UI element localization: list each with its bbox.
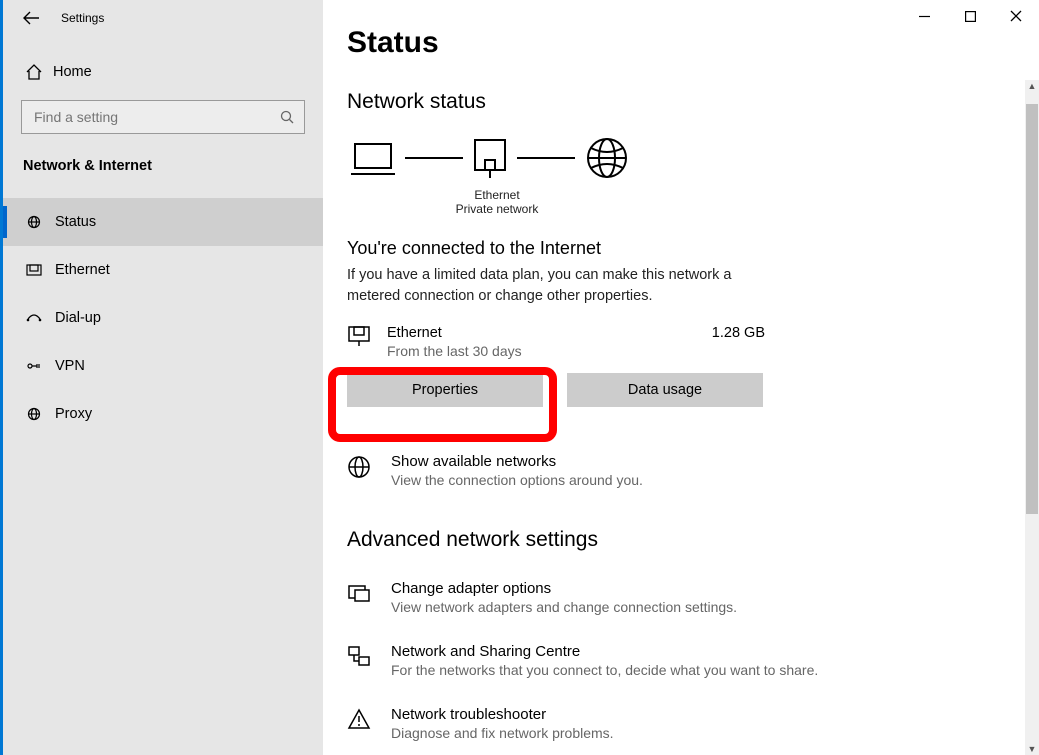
sidebar-item-label: Status <box>55 214 96 230</box>
show-networks-title: Show available networks <box>391 453 643 470</box>
adapter-title: Change adapter options <box>391 580 737 597</box>
scrollbar-thumb[interactable] <box>1026 104 1038 514</box>
status-icon <box>25 215 55 229</box>
connected-subtext: If you have a limited data plan, you can… <box>347 265 747 307</box>
advanced-heading: Advanced network settings <box>347 528 1007 552</box>
main: Status Network status Ethernet Private n… <box>323 0 1039 755</box>
minimize-button[interactable] <box>901 0 947 32</box>
dialup-icon <box>25 311 55 325</box>
data-usage-button[interactable]: Data usage <box>567 373 763 407</box>
diagram-mid-label: Ethernet <box>347 188 647 202</box>
sharing-title: Network and Sharing Centre <box>391 643 818 660</box>
search-input[interactable] <box>32 108 268 126</box>
maximize-button[interactable] <box>947 0 993 32</box>
sidebar-item-status[interactable]: Status <box>3 198 323 246</box>
router-icon <box>473 138 507 178</box>
button-row: Properties Data usage <box>347 373 1007 407</box>
scroll-up-icon[interactable]: ▲ <box>1025 80 1039 92</box>
trouble-title: Network troubleshooter <box>391 706 614 723</box>
globe-icon <box>347 453 375 479</box>
back-icon[interactable] <box>23 11 39 25</box>
network-name: Ethernet <box>387 325 522 341</box>
properties-button[interactable]: Properties <box>347 373 543 407</box>
network-usage: 1.28 GB <box>712 325 767 341</box>
sidebar-item-label: VPN <box>55 358 85 374</box>
sidebar-item-label: Proxy <box>55 406 92 422</box>
diagram-labels: Ethernet Private network <box>347 188 647 216</box>
scrollbar[interactable]: ▲ ▼ <box>1025 92 1039 755</box>
proxy-icon <box>25 407 55 421</box>
network-diagram <box>351 136 1007 180</box>
close-button[interactable] <box>993 0 1039 32</box>
search-box[interactable] <box>21 100 305 134</box>
trouble-sub: Diagnose and fix network problems. <box>391 725 614 741</box>
computer-icon <box>351 140 395 176</box>
vpn-icon <box>25 359 55 373</box>
troubleshooter-row[interactable]: Network troubleshooter Diagnose and fix … <box>347 706 1007 741</box>
adapter-sub: View network adapters and change connect… <box>391 599 737 615</box>
diagram-sub-label: Private network <box>347 202 647 216</box>
sidebar-item-home[interactable]: Home <box>3 58 323 86</box>
ethernet-icon <box>25 263 55 277</box>
sidebar: Settings Home Network & Internet Status <box>3 0 323 755</box>
section-network-status: Network status <box>347 90 1007 114</box>
sharing-centre-row[interactable]: Network and Sharing Centre For the netwo… <box>347 643 1007 678</box>
scroll-down-icon[interactable]: ▼ <box>1025 743 1039 755</box>
sidebar-item-dialup[interactable]: Dial-up <box>3 294 323 342</box>
sidebar-item-label: Ethernet <box>55 262 110 278</box>
sidebar-item-label: Dial-up <box>55 310 101 326</box>
sidebar-item-ethernet[interactable]: Ethernet <box>3 246 323 294</box>
home-icon <box>25 64 53 80</box>
content: Status Network status Ethernet Private n… <box>323 0 1039 755</box>
adapter-options-row[interactable]: Change adapter options View network adap… <box>347 580 1007 615</box>
warning-icon <box>347 706 375 730</box>
sidebar-category: Network & Internet <box>3 134 323 184</box>
titlebar: Settings <box>3 0 323 36</box>
network-row: Ethernet From the last 30 days 1.28 GB <box>347 325 767 359</box>
connected-heading: You're connected to the Internet <box>347 238 1007 259</box>
sidebar-item-vpn[interactable]: VPN <box>3 342 323 390</box>
network-desc: From the last 30 days <box>387 343 522 359</box>
diagram-line <box>405 157 463 159</box>
ethernet-icon <box>347 325 387 347</box>
adapter-icon <box>347 580 375 604</box>
sidebar-home-label: Home <box>53 64 92 80</box>
diagram-line <box>517 157 575 159</box>
window-controls <box>901 0 1039 32</box>
globe-icon <box>585 136 629 180</box>
show-networks-row[interactable]: Show available networks View the connect… <box>347 453 1007 488</box>
sharing-sub: For the networks that you connect to, de… <box>391 662 818 678</box>
sidebar-item-proxy[interactable]: Proxy <box>3 390 323 438</box>
search-icon <box>280 110 294 124</box>
sidebar-nav: Status Ethernet Dial-up VPN <box>3 198 323 438</box>
window-title: Settings <box>61 11 104 25</box>
show-networks-sub: View the connection options around you. <box>391 472 643 488</box>
sharing-icon <box>347 643 375 667</box>
